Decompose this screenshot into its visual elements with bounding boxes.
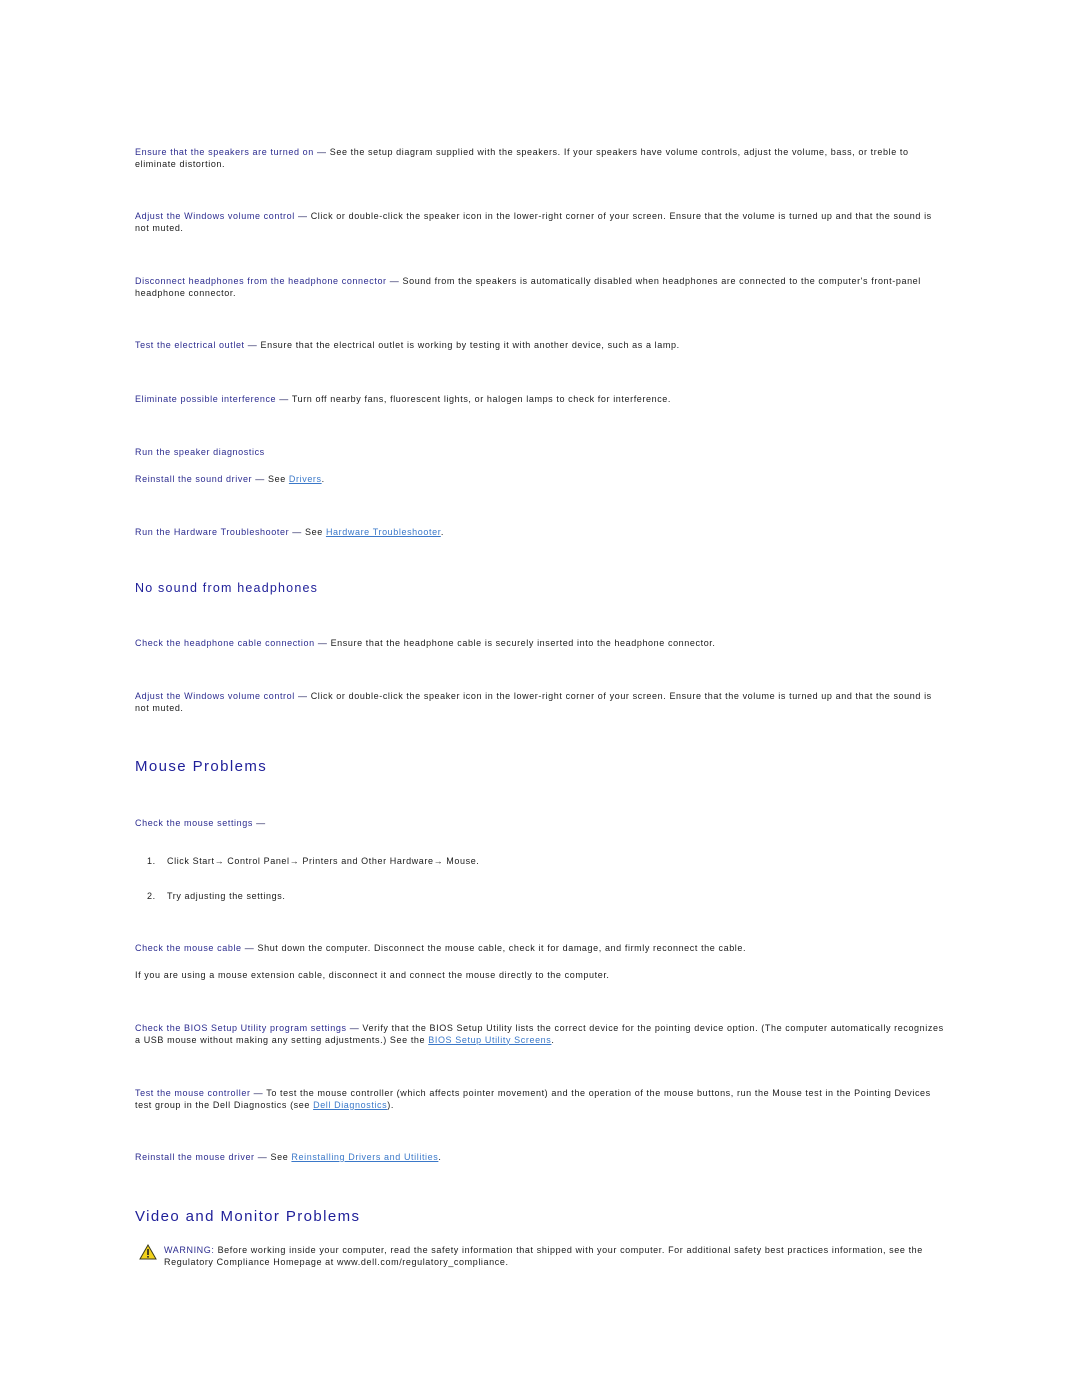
step-number: 1. [147,856,156,866]
mouse-extension-note: If you are using a mouse extension cable… [135,970,945,982]
term-label: Check the mouse cable [135,943,242,953]
term-label: Run the Hardware Troubleshooter [135,527,290,537]
term-label: Disconnect headphones from the headphone… [135,276,387,286]
item-text: Shut down the computer. Disconnect the m… [257,943,747,953]
drivers-link[interactable]: Drivers [289,474,322,484]
speaker-item-electrical-outlet: Test the electrical outlet — Ensure that… [135,340,945,352]
dash: — [297,211,308,221]
dash: — [253,1088,264,1098]
dell-diagnostics-link[interactable]: Dell Diagnostics [313,1100,387,1110]
reinstall-mouse-driver: Reinstall the mouse driver — See Reinsta… [135,1152,945,1164]
term-label: Check the mouse settings [135,818,253,828]
reinstalling-drivers-link[interactable]: Reinstalling Drivers and Utilities [291,1152,438,1162]
headphones-heading: No sound from headphones [135,581,319,595]
mouse-cable: Check the mouse cable — Shut down the co… [135,943,945,955]
item-text: Turn off nearby fans, fluorescent lights… [291,394,672,404]
headphone-item-volume-control: Adjust the Windows volume control — Clic… [135,691,945,714]
step-1: 1. Click Start→ Control Panel→ Printers a… [147,856,479,868]
term-label: Adjust the Windows volume control [135,211,295,221]
dash: — [255,474,265,484]
see-text: See [270,1152,289,1162]
speaker-diagnostics: Run the speaker diagnostics [135,447,945,459]
term-label: Reinstall the mouse driver [135,1152,255,1162]
item-text: Ensure that the headphone cable is secur… [330,638,716,648]
term-label: Test the mouse controller [135,1088,251,1098]
term-label: Adjust the Windows volume control [135,691,295,701]
speaker-item-disconnect-headphones: Disconnect headphones from the headphone… [135,276,945,299]
headphone-item-cable: Check the headphone cable connection — E… [135,638,945,650]
step-2: 2. Try adjusting the settings. [147,891,285,903]
run-hardware-troubleshooter: Run the Hardware Troubleshooter — See Ha… [135,527,945,539]
term-label: Check the BIOS Setup Utility program set… [135,1023,347,1033]
term-label: Run the speaker diagnostics [135,447,265,457]
term-label: Test the electrical outlet [135,340,245,350]
dash: — [297,691,308,701]
dash: — [317,147,327,157]
video-monitor-problems-heading: Video and Monitor Problems [135,1208,361,1225]
dash: — [247,340,258,350]
warning-icon [139,1244,157,1260]
period: . [551,1034,555,1045]
term-label: Reinstall the sound driver [135,474,253,484]
dash: — [349,1023,360,1033]
period: . [321,474,325,484]
dash: — [244,943,255,953]
speaker-item-interference: Eliminate possible interference — Turn o… [135,394,945,406]
reinstall-sound-driver: Reinstall the sound driver — See Drivers… [135,474,945,486]
mouse-bios-settings: Check the BIOS Setup Utility program set… [135,1023,945,1046]
speaker-item-turned-on: Ensure that the speakers are turned on —… [135,147,945,170]
term-label: Check the headphone cable connection [135,638,315,648]
see-text: See [267,474,286,484]
dash: — [292,527,302,537]
term-label: Eliminate possible interference [135,394,277,404]
dash: — [256,818,266,828]
bios-setup-utility-screens-link[interactable]: BIOS Setup Utility Screens [428,1035,551,1045]
close-paren: ). [387,1099,394,1110]
see-text: See [305,527,323,537]
step-text: Try adjusting the settings. [167,891,286,901]
dash: — [279,394,289,404]
dash: — [317,638,328,648]
dash: — [389,276,400,286]
period: . [440,527,444,537]
period: . [438,1152,442,1162]
dash: — [257,1152,268,1162]
step-number: 2. [147,891,156,901]
speaker-item-volume-control: Adjust the Windows volume control — Clic… [135,211,945,234]
warning-text: Before working inside your computer, rea… [164,1245,923,1267]
mouse-settings: Check the mouse settings — [135,818,945,830]
note-text: If you are using a mouse extension cable… [135,970,610,980]
mouse-controller-test: Test the mouse controller — To test the … [135,1088,945,1111]
term-label: Ensure that the speakers are turned on [135,147,314,157]
warning-label: WARNING: [164,1245,215,1255]
mouse-problems-heading: Mouse Problems [135,758,268,775]
item-text: Ensure that the electrical outlet is wor… [260,340,680,350]
warning-message: WARNING: Before working inside your comp… [164,1245,944,1268]
hardware-troubleshooter-link[interactable]: Hardware Troubleshooter [326,527,441,537]
step-text: Click Start→ Control Panel→ Printers and… [167,856,480,866]
